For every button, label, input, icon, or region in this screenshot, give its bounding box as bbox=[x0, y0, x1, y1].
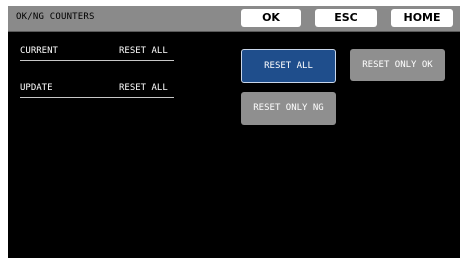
reset-only-ok-button[interactable]: RESET ONLY OK bbox=[350, 49, 445, 81]
update-reset-status: RESET ALL bbox=[119, 83, 168, 93]
ok-button[interactable]: OK bbox=[241, 9, 301, 27]
reset-all-button[interactable]: RESET ALL bbox=[241, 49, 336, 83]
current-reset-status: RESET ALL bbox=[119, 46, 168, 56]
esc-button[interactable]: ESC bbox=[315, 9, 377, 27]
current-divider bbox=[20, 60, 174, 61]
update-label: UPDATE bbox=[20, 83, 53, 93]
hmi-screen: OK/NG COUNTERS OK ESC HOME CURRENT RESET… bbox=[8, 6, 460, 258]
reset-only-ng-button[interactable]: RESET ONLY NG bbox=[241, 92, 336, 125]
current-label: CURRENT bbox=[20, 46, 58, 56]
update-divider bbox=[20, 97, 174, 98]
home-button[interactable]: HOME bbox=[391, 9, 453, 27]
title-bar: OK/NG COUNTERS OK ESC HOME bbox=[8, 6, 460, 32]
page-title: OK/NG COUNTERS bbox=[16, 12, 95, 22]
